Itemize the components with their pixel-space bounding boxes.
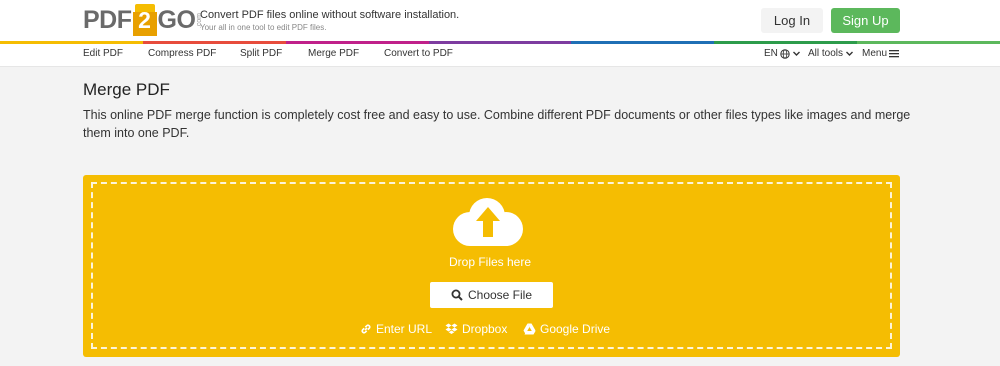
dropbox-link[interactable]: Dropbox	[445, 322, 507, 336]
signup-button[interactable]: Sign Up	[831, 8, 900, 33]
nav-edit-pdf[interactable]: Edit PDF	[83, 48, 123, 59]
nav-merge-pdf[interactable]: Merge PDF	[308, 48, 359, 59]
dropbox-icon	[445, 323, 458, 334]
all-tools-label: All tools	[808, 48, 844, 59]
page-title: Merge PDF	[83, 80, 170, 99]
choose-file-button[interactable]: Choose File	[430, 282, 553, 308]
dropbox-label: Dropbox	[462, 322, 508, 336]
chevron-down-icon	[792, 51, 800, 56]
pdf2go-logo[interactable]: PDF 2 GO .com	[83, 4, 203, 36]
logo-text-go: GO	[157, 5, 196, 34]
top-bar: PDF 2 GO .com Convert PDF files online w…	[0, 0, 1000, 42]
hamburger-icon	[889, 50, 900, 58]
tool-nav: Edit PDF Compress PDF Split PDF Merge PD…	[0, 44, 1000, 67]
chevron-down-icon	[846, 51, 854, 56]
page-description: This online PDF merge function is comple…	[83, 108, 911, 140]
logo-text-pdf: PDF	[83, 5, 132, 34]
login-button[interactable]: Log In	[761, 8, 823, 33]
all-tools-dropdown[interactable]: All tools	[808, 48, 854, 59]
search-icon	[451, 289, 463, 301]
language-selector[interactable]: EN	[764, 48, 801, 59]
enter-url-link[interactable]: Enter URL	[360, 322, 432, 336]
nav-convert-to-pdf[interactable]: Convert to PDF	[384, 48, 453, 59]
google-drive-link[interactable]: Google Drive	[523, 322, 610, 336]
google-drive-icon	[523, 323, 536, 335]
tagline-sub: Your all in one tool to edit PDF files.	[200, 23, 327, 32]
globe-icon	[780, 48, 790, 59]
logo-two-badge: 2	[132, 4, 157, 36]
language-label: EN	[764, 48, 778, 59]
menu-label: Menu	[862, 48, 888, 59]
tagline-main: Convert PDF files online without softwar…	[200, 9, 460, 21]
nav-compress-pdf[interactable]: Compress PDF	[148, 48, 216, 59]
link-icon	[361, 324, 371, 334]
drop-files-text: Drop Files here	[448, 255, 532, 269]
choose-file-label: Choose File	[467, 288, 533, 302]
enter-url-label: Enter URL	[376, 322, 433, 336]
header-tagline: Convert PDF files online without softwar…	[200, 9, 459, 33]
upload-cloud-icon[interactable]	[368, 196, 532, 254]
logo-text-two: 2	[138, 7, 151, 33]
google-drive-label: Google Drive	[540, 322, 611, 336]
menu-button[interactable]: Menu	[862, 48, 900, 59]
nav-split-pdf[interactable]: Split PDF	[240, 48, 282, 59]
